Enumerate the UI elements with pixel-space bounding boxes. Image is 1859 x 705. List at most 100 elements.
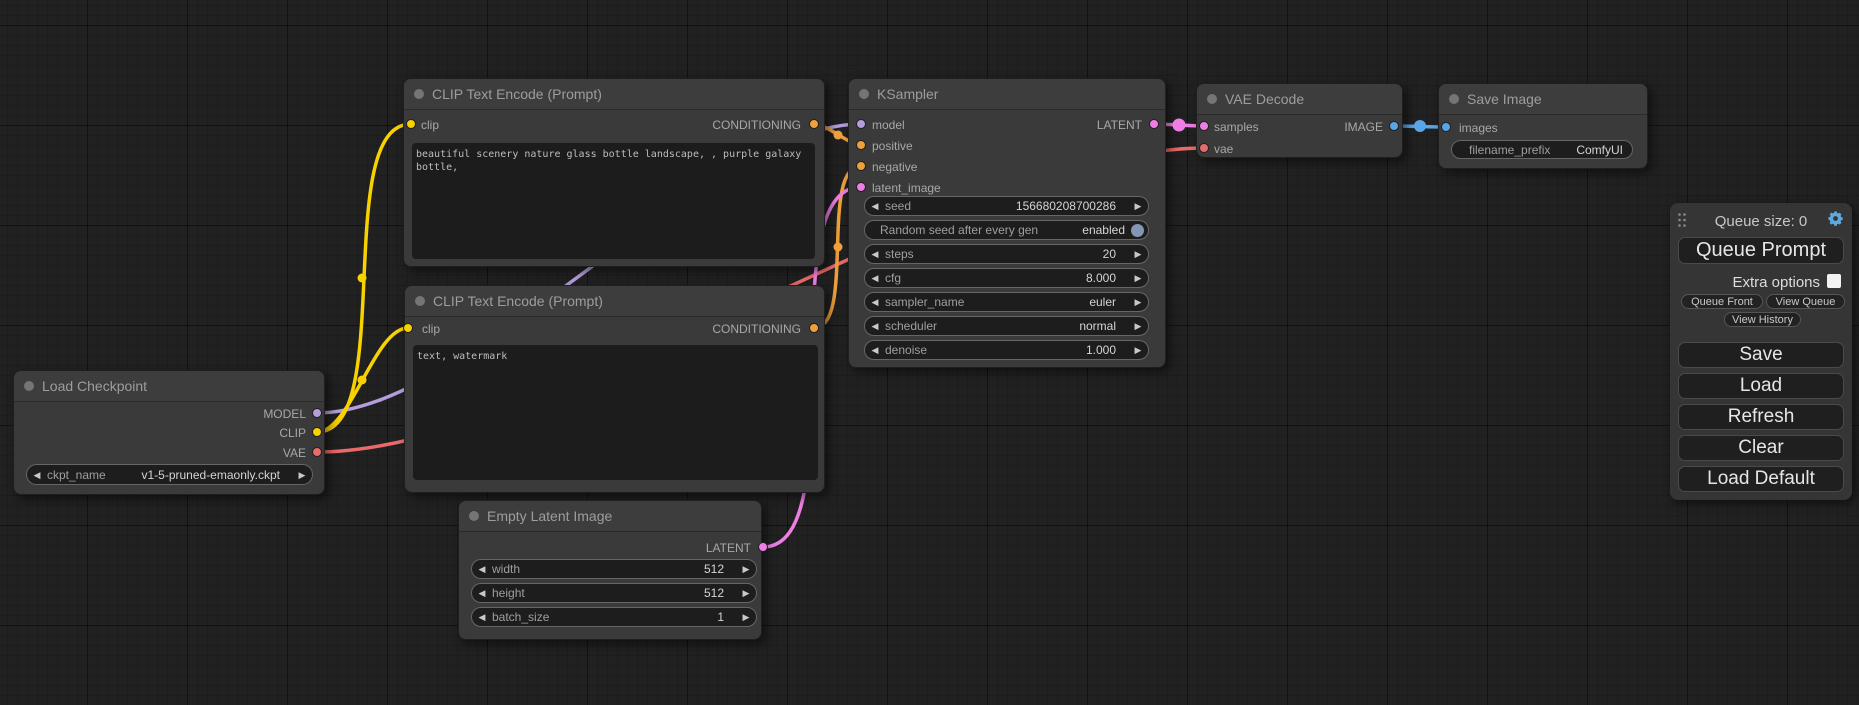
node-clip-text-encode-1[interactable]: CLIP Text Encode (Prompt) clip CONDITION… [403,78,825,267]
output-label-latent: LATENT [706,541,751,555]
decrement-arrow-icon[interactable]: ◀ [472,608,492,626]
height-widget[interactable]: ◀ height 512 ▶ [471,583,757,603]
output-label-image: IMAGE [1344,120,1383,134]
node-empty-latent-image[interactable]: Empty Latent Image LATENT ◀ width 512 ▶ … [458,500,762,640]
increment-arrow-icon[interactable]: ▶ [736,560,756,578]
decrement-arrow-icon[interactable]: ◀ [865,245,885,263]
node-save-image[interactable]: Save Image images filename_prefix ComfyU… [1438,83,1648,169]
increment-arrow-icon[interactable]: ▶ [1128,197,1148,215]
node-title-bar: Save Image [1439,84,1647,115]
node-ksampler[interactable]: KSampler model positive negative latent_… [848,78,1166,368]
increment-arrow-icon[interactable]: ▶ [1128,269,1148,287]
link-midpoint-dot [1414,120,1426,132]
node-title: VAE Decode [1225,91,1304,107]
increment-arrow-icon[interactable]: ▶ [1128,245,1148,263]
node-load-checkpoint[interactable]: Load Checkpoint MODEL CLIP VAE ◀ ckpt_na… [13,370,325,495]
refresh-button[interactable]: Refresh [1678,404,1844,430]
ckpt-name-widget[interactable]: ◀ ckpt_name v1-5-pruned-emaonly.ckpt ▶ [26,464,313,485]
queue-panel: Queue size: 0 Queue Prompt Extra options… [1670,203,1852,500]
node-title: Save Image [1467,91,1542,107]
collapse-dot-icon[interactable] [1449,94,1459,104]
settings-gear-icon[interactable] [1827,210,1844,227]
output-label-model: MODEL [263,407,306,421]
queue-front-button[interactable]: Queue Front [1681,294,1763,309]
node-title: CLIP Text Encode (Prompt) [433,293,603,309]
sampler-name-widget[interactable]: ◀ sampler_name euler ▶ [864,292,1149,312]
decrement-arrow-icon[interactable]: ◀ [472,584,492,602]
clear-button[interactable]: Clear [1678,435,1844,461]
collapse-dot-icon[interactable] [24,381,34,391]
output-label-conditioning: CONDITIONING [712,118,801,132]
input-label-negative: negative [872,160,917,174]
node-title-bar: KSampler [849,79,1165,110]
width-widget[interactable]: ◀ width 512 ▶ [471,559,757,579]
cfg-widget[interactable]: ◀ cfg 8.000 ▶ [864,268,1149,288]
decrement-arrow-icon[interactable]: ◀ [865,197,885,215]
node-title-bar: CLIP Text Encode (Prompt) [404,79,824,110]
load-button[interactable]: Load [1678,373,1844,399]
extra-options-checkbox[interactable] [1827,274,1841,288]
random-seed-toggle-widget[interactable]: Random seed after every gen enabled [864,220,1149,240]
node-title: CLIP Text Encode (Prompt) [432,86,602,102]
link-clip-wire-1 [317,124,411,432]
output-label-clip: CLIP [279,426,306,440]
decrement-arrow-icon[interactable]: ◀ [865,317,885,335]
collapse-dot-icon[interactable] [414,89,424,99]
queue-size-label: Queue size: 0 [1670,213,1852,230]
link-midpoint-dot [358,376,367,385]
link-midpoint-dot [834,243,843,252]
filename-prefix-widget[interactable]: filename_prefix ComfyUI [1451,140,1633,159]
node-title: Load Checkpoint [42,378,147,394]
link-clip-wire-2 [317,328,408,432]
collapse-dot-icon[interactable] [1207,94,1217,104]
view-queue-button[interactable]: View Queue [1766,294,1845,309]
decrement-arrow-icon[interactable]: ◀ [865,293,885,311]
decrement-arrow-icon[interactable]: ◀ [472,560,492,578]
decrement-arrow-icon[interactable]: ◀ [865,269,885,287]
node-clip-text-encode-2[interactable]: CLIP Text Encode (Prompt) clip CONDITION… [404,285,825,493]
view-history-button[interactable]: View History [1724,312,1801,327]
input-label-samples: samples [1214,120,1259,134]
input-label-vae: vae [1214,142,1233,156]
node-title-bar: Load Checkpoint [14,371,324,402]
increment-arrow-icon[interactable]: ▶ [736,608,756,626]
collapse-dot-icon[interactable] [415,296,425,306]
seed-widget[interactable]: ◀ seed 156680208700286 ▶ [864,196,1149,216]
output-label-conditioning: CONDITIONING [712,322,801,336]
input-label-model: model [872,118,905,132]
decrement-arrow-icon[interactable]: ◀ [27,466,47,484]
collapse-dot-icon[interactable] [859,89,869,99]
scheduler-widget[interactable]: ◀ scheduler normal ▶ [864,316,1149,336]
steps-widget[interactable]: ◀ steps 20 ▶ [864,244,1149,264]
negative-prompt-textarea[interactable]: text, watermark [413,345,818,480]
extra-options-label: Extra options [1670,274,1820,291]
decrement-arrow-icon[interactable]: ◀ [865,341,885,359]
save-button[interactable]: Save [1678,342,1844,368]
increment-arrow-icon[interactable]: ▶ [292,466,312,484]
input-label-clip: clip [421,118,439,132]
link-midpoint-dot [1173,119,1186,132]
positive-prompt-textarea[interactable]: beautiful scenery nature glass bottle la… [412,143,815,259]
output-label-vae: VAE [283,446,306,460]
link-midpoint-dot [358,274,367,283]
node-title: KSampler [877,86,938,102]
node-title: Empty Latent Image [487,508,612,524]
batch-size-widget[interactable]: ◀ batch_size 1 ▶ [471,607,757,627]
node-title-bar: CLIP Text Encode (Prompt) [405,286,824,317]
increment-arrow-icon[interactable]: ▶ [1128,293,1148,311]
link-midpoint-dot [834,131,843,140]
node-canvas[interactable]: Load Checkpoint MODEL CLIP VAE ◀ ckpt_na… [0,0,1859,705]
load-default-button[interactable]: Load Default [1678,466,1844,492]
increment-arrow-icon[interactable]: ▶ [1128,317,1148,335]
input-label-positive: positive [872,139,913,153]
node-title-bar: Empty Latent Image [459,501,761,532]
input-label-images: images [1459,121,1498,135]
increment-arrow-icon[interactable]: ▶ [736,584,756,602]
toggle-dot-icon[interactable] [1131,224,1144,237]
increment-arrow-icon[interactable]: ▶ [1128,341,1148,359]
collapse-dot-icon[interactable] [469,511,479,521]
node-vae-decode[interactable]: VAE Decode samples vae IMAGE [1196,83,1403,158]
input-label-clip: clip [422,322,440,336]
queue-prompt-button[interactable]: Queue Prompt [1678,237,1844,264]
denoise-widget[interactable]: ◀ denoise 1.000 ▶ [864,340,1149,360]
